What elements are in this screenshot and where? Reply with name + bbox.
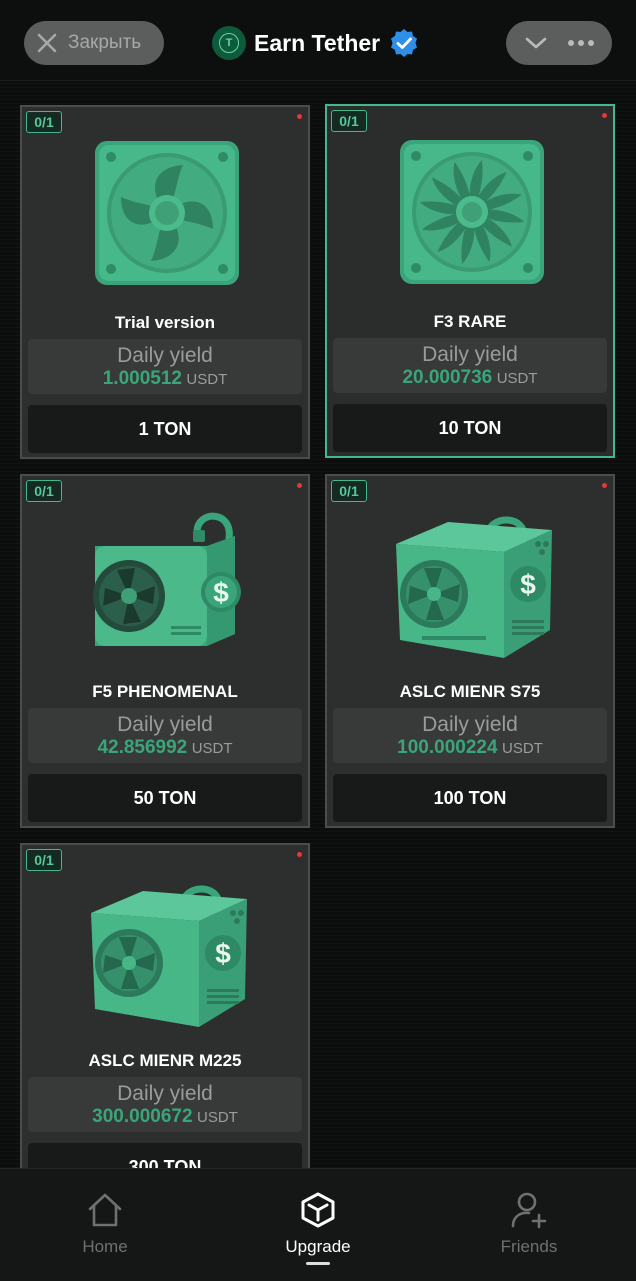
status-dot (602, 113, 607, 118)
yield-value: 20.000736 (402, 367, 493, 388)
stock-badge: 0/1 (26, 480, 62, 502)
close-label: Закрыть (68, 32, 142, 53)
buy-button[interactable]: 100 TON (333, 774, 607, 822)
yield-value: 1.000512 (102, 368, 182, 389)
yield-unit: USDT (197, 1109, 238, 1126)
bottom-tab-bar: Home Upgrade Friends (0, 1168, 636, 1281)
yield-value: 100.000224 (397, 737, 498, 758)
status-dot (297, 483, 302, 488)
header-menu-pill (506, 21, 612, 65)
yield-unit: USDT (191, 740, 233, 757)
fan-4-blade-icon (95, 141, 239, 285)
miner-card-f5-phenomenal[interactable]: 0/1 $ F5 PHENOMENAL Daily yield 42.85699… (20, 474, 310, 828)
svg-text:$: $ (213, 577, 229, 608)
mining-box-large-icon: $ (396, 516, 552, 658)
buy-button[interactable]: 1 TON (28, 405, 302, 453)
buy-button[interactable]: 50 TON (28, 774, 302, 822)
cube-icon (301, 1192, 335, 1228)
tab-friends-label: Friends (500, 1237, 558, 1256)
yield-label: Daily yield (117, 344, 213, 367)
svg-text:$: $ (215, 938, 231, 969)
yield-label: Daily yield (117, 1082, 213, 1105)
app-title-group: T Earn Tether (212, 22, 420, 64)
yield-label: Daily yield (422, 343, 518, 366)
tab-home[interactable]: Home (45, 1191, 165, 1257)
status-dot (602, 483, 607, 488)
yield-unit: USDT (502, 740, 543, 757)
mining-box-icon: $ (93, 512, 241, 646)
stock-badge: 0/1 (26, 111, 62, 133)
add-friend-icon (511, 1192, 547, 1229)
mining-box-large-icon: $ (91, 885, 247, 1027)
active-tab-indicator (306, 1262, 330, 1265)
miner-card-f3-rare[interactable]: 0/1 F3 RARE Daily yield 20.000736 USDT 1… (325, 104, 615, 458)
card-name: F5 PHENOMENAL (92, 682, 238, 701)
svg-text:$: $ (520, 569, 536, 600)
yield-box: Daily yield 100.000224 USDT (333, 708, 607, 763)
miner-card-aslc-m225[interactable]: 0/1 $ ASLC MIENR M225 Daily yield 300.00… (20, 843, 310, 1197)
stock-badge: 0/1 (331, 110, 367, 132)
yield-value: 300.000672 (92, 1106, 193, 1127)
yield-box: Daily yield 20.000736 USDT (333, 338, 607, 393)
more-dots-icon[interactable] (567, 38, 595, 48)
yield-unit: USDT (186, 371, 228, 388)
top-bar: Закрыть T Earn Tether (0, 0, 636, 81)
buy-button[interactable]: 10 TON (333, 404, 607, 452)
card-name: ASLC MIENR M225 (88, 1051, 242, 1070)
tab-home-label: Home (82, 1237, 128, 1256)
close-button[interactable]: Закрыть (24, 21, 164, 65)
yield-box: Daily yield 300.000672 USDT (28, 1077, 302, 1132)
stock-badge: 0/1 (26, 849, 62, 871)
app-logo: T (212, 26, 246, 60)
status-dot (297, 114, 302, 119)
yield-label: Daily yield (422, 713, 518, 736)
card-name: Trial version (114, 313, 216, 332)
yield-label: Daily yield (117, 713, 213, 736)
yield-box: Daily yield 42.856992 USDT (28, 708, 302, 763)
miner-card-trial[interactable]: 0/1 Trial version Daily yield 1.000512 U… (20, 105, 310, 459)
app-title: Earn Tether (254, 29, 381, 56)
close-icon (37, 33, 57, 53)
miner-card-aslc-s75[interactable]: 0/1 $ ASLC MIENR S75 Daily yield 100.000… (325, 474, 615, 828)
home-icon (88, 1193, 122, 1227)
tab-friends[interactable]: Friends (469, 1191, 589, 1257)
fan-multi-blade-icon (400, 140, 544, 284)
yield-value: 42.856992 (97, 737, 188, 758)
card-name: ASLC MIENR S75 (399, 682, 541, 701)
yield-unit: USDT (496, 370, 538, 387)
yield-box: Daily yield 1.000512 USDT (28, 339, 302, 394)
status-dot (297, 852, 302, 857)
tab-upgrade[interactable]: Upgrade (258, 1191, 378, 1265)
card-name: F3 RARE (433, 312, 507, 331)
verified-badge-icon (391, 29, 418, 57)
stock-badge: 0/1 (331, 480, 367, 502)
tab-upgrade-label: Upgrade (285, 1237, 351, 1256)
chevron-down-icon[interactable] (523, 33, 549, 53)
